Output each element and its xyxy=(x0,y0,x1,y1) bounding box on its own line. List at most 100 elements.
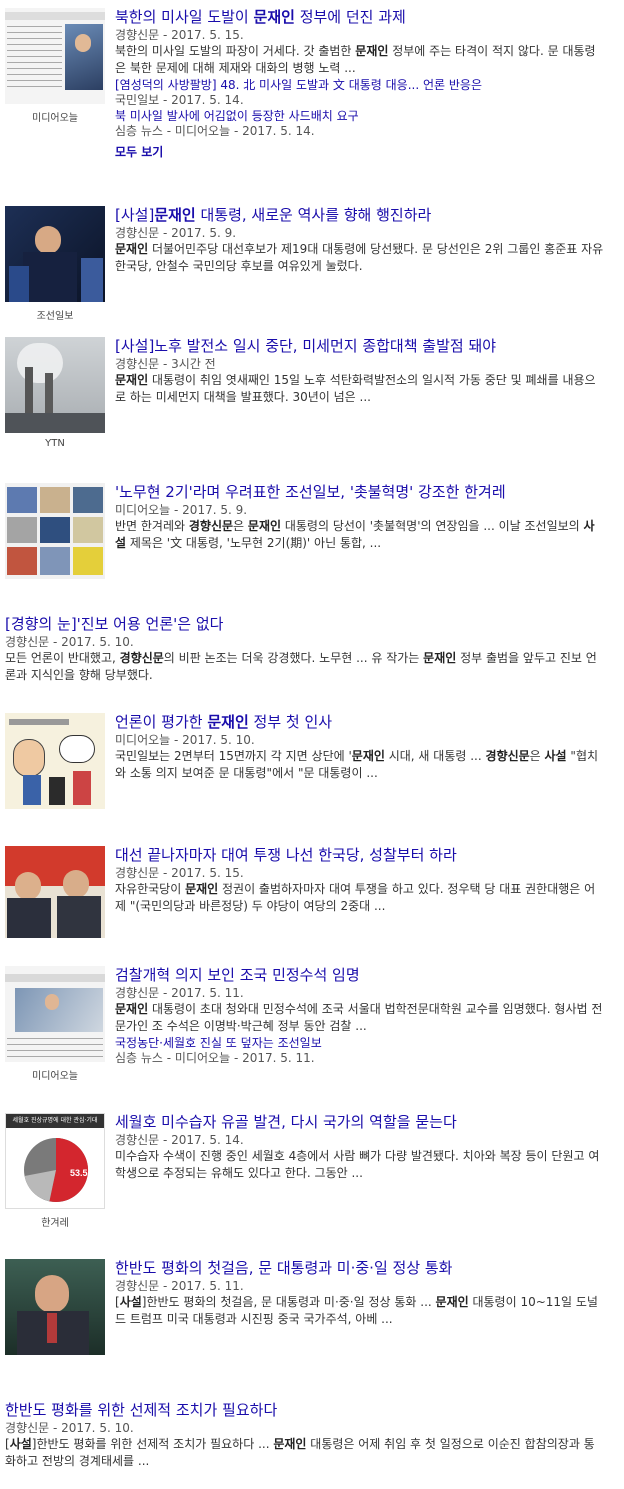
highlighted-term: 문재인 xyxy=(115,373,149,387)
highlighted-term: 문재인 xyxy=(351,749,385,763)
result-title-link[interactable]: 한반도 평화의 첫걸음, 문 대통령과 미·중·일 정상 통화 xyxy=(115,1259,605,1278)
result-title-link[interactable]: '노무현 2기'라며 우려표한 조선일보, '촛불혁명' 강조한 한겨레 xyxy=(115,483,605,502)
related-article-meta: 국민일보 - 2017. 5. 14. xyxy=(115,93,244,107)
news-thumbnail-image[interactable] xyxy=(5,8,105,104)
news-thumbnail-image[interactable] xyxy=(5,1259,105,1355)
text-segment: '노무현 2기'라며 우려표한 조선일보, '촛불혁명' 강조한 한겨레 xyxy=(115,483,506,501)
highlighted-term: 문재인 xyxy=(247,519,282,533)
result-body: [사설]문재인 대통령, 새로운 역사를 향해 행진하라 경향신문 - 2017… xyxy=(115,206,605,275)
highlighted-term: 경향신문 xyxy=(119,651,164,665)
related-article-meta: 심층 뉴스 - 미디어오늘 - 2017. 5. 11. xyxy=(115,1051,315,1065)
result-title-link[interactable]: 검찰개혁 의지 보인 조국 민정수석 임명 xyxy=(115,966,605,985)
news-thumbnail-image[interactable] xyxy=(5,206,105,302)
related-article-link[interactable]: [염성덕의 사방팔방] 48. 北 미사일 도발과 文 대통령 대응... 언론… xyxy=(115,77,605,93)
text-segment: 대통령, 새로운 역사를 향해 행진하라 xyxy=(195,206,432,224)
view-all-link[interactable]: 모두 보기 xyxy=(115,143,163,160)
publish-date: - 2017. 5. 10. xyxy=(53,635,134,649)
result-title-link[interactable]: 한반도 평화를 위한 선제적 조치가 필요하다 xyxy=(5,1401,605,1420)
highlighted-term: 경향신문 xyxy=(188,519,234,533)
text-segment: 세월호 미수습자 유골 발견, 다시 국가의 역할을 묻는다 xyxy=(115,1113,457,1131)
thumbnail-block[interactable] xyxy=(5,846,105,938)
thumbnail-source-caption: 미디어오늘 xyxy=(32,113,78,124)
result-meta: 미디어오늘 - 2017. 5. 9. xyxy=(115,502,605,518)
result-meta: 경향신문 - 2017. 5. 11. xyxy=(115,1278,605,1294)
publish-date: - 3시간 전 xyxy=(163,357,216,371)
result-title-link[interactable]: [경향의 눈]'진보 어용 언론'은 없다 xyxy=(5,615,605,634)
text-segment: 북한의 미사일 도발이 xyxy=(115,8,254,26)
highlighted-term: 문재인 xyxy=(185,882,219,896)
text-segment: 시대, 새 대통령 ... xyxy=(384,749,486,763)
thumbnail-block[interactable]: 미디어오늘 xyxy=(5,966,105,1082)
news-thumbnail-image[interactable] xyxy=(5,966,105,1062)
text-segment: 반면 한겨레와 xyxy=(115,519,189,533)
text-segment: [사설]노후 발전소 일시 중단, 미세먼지 종합대책 출발점 돼야 xyxy=(115,337,497,355)
thumbnail-block[interactable] xyxy=(5,713,105,809)
result-meta: 경향신문 - 3시간 전 xyxy=(115,356,605,372)
pie-chart-graphic: 53.5 xyxy=(24,1138,89,1202)
result-snippet: 문재인 대통령이 초대 청와대 민정수석에 조국 서울대 법학전문대학원 교수를… xyxy=(115,1001,605,1035)
result-title-link[interactable]: 북한의 미사일 도발이 문재인 정부에 던진 과제 xyxy=(115,8,605,27)
highlighted-term: 문재인 xyxy=(207,713,249,731)
highlighted-term: 사설 xyxy=(119,1295,142,1309)
news-result: 한반도 평화의 첫걸음, 문 대통령과 미·중·일 정상 통화 경향신문 - 2… xyxy=(5,1259,605,1369)
thumbnail-block[interactable]: 세월호 진상규명에 대한 관심·기대 53.5 한겨레 xyxy=(5,1113,105,1229)
text-segment: 은 xyxy=(233,519,248,533)
result-body: 언론이 평가한 문재인 정부 첫 인사 미디어오늘 - 2017. 5. 10.… xyxy=(115,713,605,782)
result-body: 세월호 미수습자 유골 발견, 다시 국가의 역할을 묻는다 경향신문 - 20… xyxy=(115,1113,605,1182)
highlighted-term: 문재인 xyxy=(154,206,196,224)
related-article-meta: 심층 뉴스 - 미디어오늘 - 2017. 5. 14. xyxy=(115,124,315,138)
result-snippet: 북한의 미사일 도발의 파장이 거세다. 갓 출범한 문재인 정부에 주는 타격… xyxy=(115,43,605,77)
highlighted-term: 문재인 xyxy=(115,242,149,256)
thumbnail-block[interactable]: YTN xyxy=(5,337,105,449)
result-body: 북한의 미사일 도발이 문재인 정부에 던진 과제 경향신문 - 2017. 5… xyxy=(115,8,605,160)
result-snippet: 문재인 대통령이 취임 엿새째인 15일 노후 석탄화력발전소의 일시적 가동 … xyxy=(115,372,605,406)
news-result: [경향의 눈]'진보 어용 언론'은 없다 경향신문 - 2017. 5. 10… xyxy=(5,615,605,695)
chart-title-bar: 세월호 진상규명에 대한 관심·기대 xyxy=(6,1114,104,1128)
thumbnail-block[interactable]: 미디어오늘 xyxy=(5,8,105,124)
news-result: 세월호 진상규명에 대한 관심·기대 53.5 한겨레 세월호 미수습자 유골 … xyxy=(5,1113,605,1243)
text-segment: 국민일보는 2면부터 15면까지 각 지면 상단에 ' xyxy=(115,749,352,763)
thumbnail-source-caption: 한겨레 xyxy=(41,1218,69,1229)
publish-date: - 2017. 5. 10. xyxy=(53,1421,134,1435)
publish-date: - 2017. 5. 9. xyxy=(174,503,248,517)
result-body: [사설]노후 발전소 일시 중단, 미세먼지 종합대책 출발점 돼야 경향신문 … xyxy=(115,337,605,406)
source-name: 경향신문 xyxy=(5,635,50,649)
publish-date: - 2017. 5. 10. xyxy=(174,733,255,747)
result-snippet: 국민일보는 2면부터 15면까지 각 지면 상단에 '문재인 시대, 새 대통령… xyxy=(115,748,605,782)
text-segment: 대통령의 당선이 '촛불혁명'의 연장임을 ... 이날 조선일보의 xyxy=(281,519,584,533)
text-segment: 검찰개혁 의지 보인 조국 민정수석 임명 xyxy=(115,966,360,984)
result-title-link[interactable]: 대선 끝나자마자 대여 투쟁 나선 한국당, 성찰부터 하라 xyxy=(115,846,605,865)
result-title-link[interactable]: [사설]문재인 대통령, 새로운 역사를 향해 행진하라 xyxy=(115,206,605,225)
news-thumbnail-image[interactable]: 세월호 진상규명에 대한 관심·기대 53.5 xyxy=(5,1113,105,1209)
news-thumbnail-image[interactable] xyxy=(5,713,105,809)
text-segment: 언론이 평가한 xyxy=(115,713,208,731)
thumbnail-block[interactable] xyxy=(5,1259,105,1355)
news-thumbnail-image[interactable] xyxy=(5,337,105,433)
highlighted-term: 문재인 xyxy=(273,1437,307,1451)
news-result: 언론이 평가한 문재인 정부 첫 인사 미디어오늘 - 2017. 5. 10.… xyxy=(5,713,605,823)
result-title-link[interactable]: 세월호 미수습자 유골 발견, 다시 국가의 역할을 묻는다 xyxy=(115,1113,605,1132)
news-result: 미디어오늘 북한의 미사일 도발이 문재인 정부에 던진 과제 경향신문 - 2… xyxy=(5,8,605,178)
text-segment: 정부 첫 인사 xyxy=(248,713,333,731)
result-title-link[interactable]: [사설]노후 발전소 일시 중단, 미세먼지 종합대책 출발점 돼야 xyxy=(115,337,605,356)
news-result: YTN [사설]노후 발전소 일시 중단, 미세먼지 종합대책 출발점 돼야 경… xyxy=(5,337,605,457)
thumbnail-block[interactable] xyxy=(5,483,105,579)
result-body: 대선 끝나자마자 대여 투쟁 나선 한국당, 성찰부터 하라 경향신문 - 20… xyxy=(115,846,605,915)
related-article-link[interactable]: 북 미사일 발사에 어김없이 등장한 사드배치 요구 xyxy=(115,108,605,124)
thumbnail-block[interactable]: 조선일보 xyxy=(5,206,105,322)
result-snippet: 문재인 더불어민주당 대선후보가 제19대 대통령에 당선됐다. 문 당선인은 … xyxy=(115,241,605,275)
result-meta: 경향신문 - 2017. 5. 15. xyxy=(115,865,605,881)
text-segment: ]한반도 평화의 첫걸음, 문 대통령과 미·중·일 정상 통화 ... xyxy=(141,1295,436,1309)
related-article-link[interactable]: 국정농단·세월호 진실 또 덮자는 조선일보 xyxy=(115,1035,605,1051)
highlighted-term: 사설 xyxy=(544,749,567,763)
result-meta: 경향신문 - 2017. 5. 9. xyxy=(115,225,605,241)
news-thumbnail-image[interactable] xyxy=(5,483,105,579)
source-name: 경향신문 xyxy=(115,226,160,240)
text-segment: [사설] xyxy=(115,206,155,224)
news-thumbnail-image[interactable] xyxy=(5,846,105,938)
highlighted-term: 문재인 xyxy=(115,1002,149,1016)
text-segment: 은 xyxy=(529,749,545,763)
result-title-link[interactable]: 언론이 평가한 문재인 정부 첫 인사 xyxy=(115,713,605,732)
source-name: 경향신문 xyxy=(115,986,160,1000)
text-segment: 제목은 '文 대통령, '노무현 2기(期)' 아닌 통합, ... xyxy=(126,536,382,550)
